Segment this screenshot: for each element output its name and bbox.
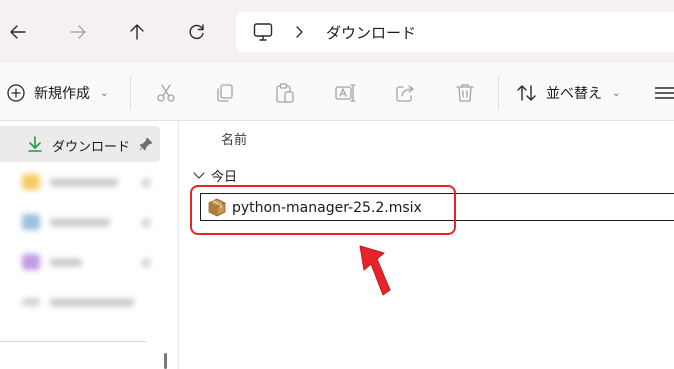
arrow-left-icon [10,25,26,39]
sidebar-item-obscured[interactable] [22,292,162,312]
group-header-today[interactable]: 今日 [193,166,238,185]
file-explorer-window: ダウンロード 新規作成 ⌄ 並べ替え ⌄ ダウンロード 名前 今日 python… [0,0,674,369]
chevron-down-icon: ⌄ [100,87,109,99]
copy-icon[interactable] [214,82,236,104]
arrow-right-icon [70,25,86,39]
file-row[interactable]: python-manager-25.2.msix [200,193,674,221]
forward-button[interactable] [63,17,93,47]
chevron-right-icon[interactable] [293,22,307,42]
pane-divider [178,121,179,369]
column-header-name[interactable]: 名前 [221,129,247,148]
delete-icon[interactable] [454,82,476,104]
file-name: python-manager-25.2.msix [232,200,422,216]
command-bar: 新規作成 ⌄ 並べ替え ⌄ [0,63,674,121]
red-arrow-annotation [359,245,391,296]
refresh-icon [189,24,204,40]
share-icon[interactable] [394,82,416,104]
pin-icon[interactable] [139,137,153,151]
sort-button[interactable]: 並べ替え ⌄ [516,82,620,104]
sort-icon [517,85,536,101]
paste-icon[interactable] [274,82,296,104]
navigation-pane: ダウンロード [0,121,167,369]
up-button[interactable] [122,17,152,47]
package-icon [208,198,226,217]
back-button[interactable] [3,17,33,47]
address-field[interactable]: ダウンロード [236,12,674,52]
divider [130,76,131,110]
group-label: 今日 [211,169,238,185]
sidebar-item-obscured[interactable] [22,172,162,192]
sidebar-item-obscured[interactable] [22,252,162,272]
breadcrumb-downloads[interactable]: ダウンロード [326,22,416,43]
sidebar-item-downloads[interactable]: ダウンロード [0,126,160,162]
sort-button-label: 並べ替え [546,86,602,102]
address-bar: ダウンロード [0,0,674,63]
sidebar-divider [0,341,146,342]
refresh-button[interactable] [182,17,212,47]
new-button-label: 新規作成 [34,86,90,102]
plus-circle-icon [7,84,25,102]
chevron-down-icon [193,172,205,179]
monitor-icon [253,23,273,41]
chevron-down-icon: ⌄ [612,87,621,99]
view-list-icon[interactable] [654,86,674,100]
cut-icon[interactable] [155,82,177,104]
download-icon [28,136,42,152]
new-button[interactable]: 新規作成 ⌄ [6,82,108,104]
divider [498,76,499,110]
sidebar-scrollbar[interactable] [164,353,167,369]
sidebar-item-label: ダウンロード [52,140,131,155]
rename-icon[interactable] [334,82,356,104]
arrow-up-icon [130,24,144,40]
sidebar-item-obscured[interactable] [22,212,162,232]
